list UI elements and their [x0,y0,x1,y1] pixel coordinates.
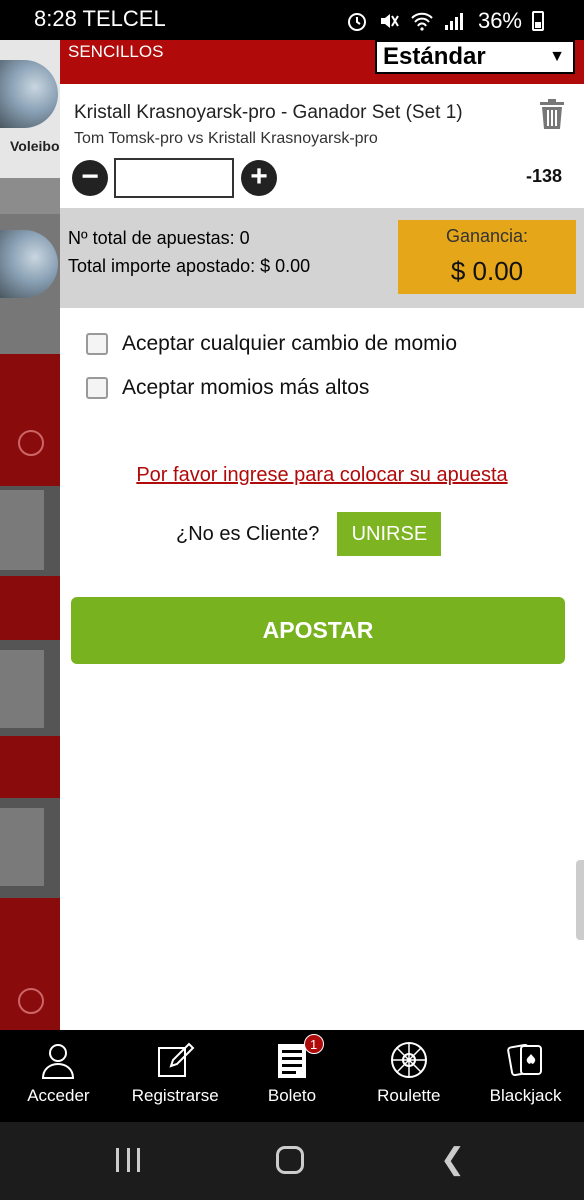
recent-apps-icon[interactable] [116,1148,140,1172]
section-title: SENCILLOS [68,42,164,61]
nav-label: Registrarse [131,1086,219,1105]
nav-boleto[interactable]: 1 Boleto [234,1030,351,1122]
bet-type-select[interactable]: Estándar ▼ [375,40,575,74]
nav-label: Acceder [27,1086,90,1105]
odds-cell [0,808,44,886]
signal-icon [444,13,463,30]
event-row[interactable] [0,898,60,1030]
event-row-gray[interactable] [0,486,60,576]
accept-any-change-checkbox[interactable] [86,333,108,355]
minus-icon[interactable]: − [72,160,108,196]
join-button[interactable]: UNIRSE [337,512,442,556]
battery-icon [532,11,544,31]
nav-label: Blackjack [489,1086,562,1105]
refresh-icon [18,988,44,1014]
roulette-icon [390,1042,427,1078]
nav-label: Roulette [377,1086,441,1105]
cards-icon [506,1043,542,1077]
sport-label: Voleibo [10,138,60,154]
battery-percent: 36% [477,8,522,33]
event-row-gray[interactable] [0,640,60,736]
home-icon[interactable] [276,1146,304,1174]
event-row-gray[interactable] [0,798,60,898]
event-row[interactable] [0,576,60,640]
total-staked: Total importe apostado: $ 0.00 [68,256,311,276]
plus-icon[interactable]: + [241,160,277,196]
status-carrier: TELCEL [82,6,166,31]
user-icon [42,1044,75,1079]
edit-icon [158,1042,195,1077]
bottom-nav: Acceder Registrarse 1 Boleto Roulette Bl… [0,1030,584,1122]
nav-blackjack[interactable]: Blackjack [467,1030,584,1122]
status-bar: 8:28 TELCEL 36% [0,0,584,40]
bet-type-value: Estándar [383,43,486,70]
gain-value: $ 0.00 [450,256,524,286]
accept-higher-row[interactable]: Aceptar momios más altos [86,376,369,400]
event-row[interactable] [0,736,60,798]
bet-slip-header: SENCILLOS Estándar ▼ [60,40,584,84]
sport-sidebar: Voleibo [0,40,60,1030]
status-time-carrier: 8:28 TELCEL [34,6,166,32]
bet-selection: Kristall Krasnoyarsk-pro - Ganador Set (… [60,84,584,208]
wifi-icon [411,12,433,31]
status-icons: 36% [346,8,544,34]
accept-higher-label: Aceptar momios más altos [122,376,370,399]
sport-tab-active[interactable]: Voleibo [0,40,60,178]
bet-market: Kristall Krasnoyarsk-pro - Ganador Set (… [74,102,463,123]
gain-box: Ganancia: $ 0.00 [398,220,576,294]
edge-panel-handle[interactable] [576,860,584,940]
bet-summary: Nº total de apuestas: 0 Total importe ap… [60,208,584,308]
refresh-icon [18,430,44,456]
odds-value: -138 [525,166,562,186]
trash-icon[interactable] [538,98,566,130]
sport-tab[interactable] [0,214,60,354]
login-link[interactable]: Por favor ingrese para colocar su apuest… [60,464,584,487]
total-bets: Nº total de apuestas: 0 [68,228,250,248]
ticket-count-badge: 1 [303,1034,324,1054]
sport-divider [0,178,60,214]
status-time: 8:28 [34,6,77,31]
not-client-text: ¿No es Cliente? [176,522,320,545]
system-nav-bar: ❮ [0,1122,584,1200]
volleyball-avatar-2 [0,230,58,298]
bet-slip-panel: SENCILLOS Estándar ▼ Kristall Krasnoyars… [60,40,584,1030]
bet-event: Tom Tomsk-pro vs Kristall Krasnoyarsk-pr… [74,130,378,147]
caret-down-icon: ▼ [549,48,565,65]
nav-registrarse[interactable]: Registrarse [117,1030,234,1122]
odds-cell [0,650,44,728]
place-bet-button[interactable]: APOSTAR [71,597,565,664]
join-row: ¿No es Cliente? UNIRSE [176,512,442,556]
accept-any-change-label: Aceptar cualquier cambio de momio [122,332,457,355]
back-icon[interactable]: ❮ [440,1142,465,1177]
alarm-icon [347,13,366,31]
nav-acceder[interactable]: Acceder [0,1030,117,1122]
accept-any-change-row[interactable]: Aceptar cualquier cambio de momio [86,332,457,356]
mute-icon [380,14,399,28]
accept-higher-checkbox[interactable] [86,377,108,399]
nav-roulette[interactable]: Roulette [350,1030,467,1122]
event-row[interactable] [0,354,60,486]
stake-input[interactable] [114,158,234,198]
nav-label: Boleto [267,1086,317,1105]
gain-label: Ganancia: [445,226,529,246]
volleyball-avatar [0,60,58,128]
odds-cell [0,490,44,570]
